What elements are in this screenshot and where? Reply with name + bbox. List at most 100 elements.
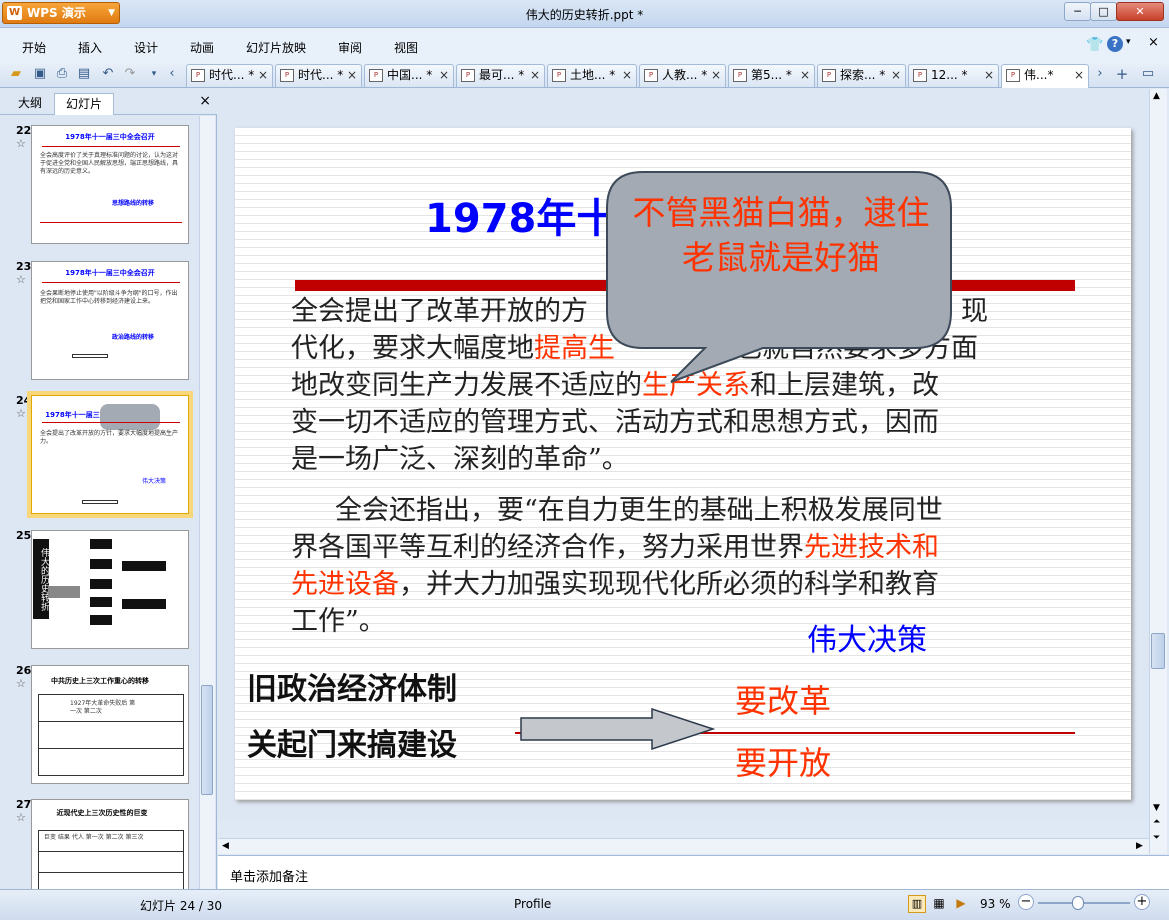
editor-vertical-scrollbar[interactable]: ▲ ▼ ⏶ ⏷ [1149, 89, 1167, 854]
scroll-left-icon[interactable]: ◀ [222, 841, 229, 851]
close-icon[interactable]: × [1074, 65, 1084, 86]
slide-sorter-icon[interactable]: ▦ [930, 895, 948, 913]
slide-thumbnail[interactable]: 1978年十一届三中全会召开 全会果断地停止使用"以阶级斗争为纲"的口号，作出把… [31, 261, 189, 380]
help-icon[interactable]: ? [1107, 36, 1123, 52]
doc-tab[interactable]: P 时代... * × [186, 64, 273, 87]
zoom-out-icon[interactable]: − [1018, 894, 1034, 910]
para1-line1b[interactable]: 现 [961, 294, 988, 330]
zoom-slider-track[interactable] [1038, 902, 1130, 904]
new-tab-icon[interactable]: + [1114, 66, 1130, 82]
callout-text[interactable]: 不管黑猫白猫，逮住老鼠就是好猫 [623, 190, 939, 280]
menu-review[interactable]: 审阅 [338, 39, 362, 56]
doc-tab-active[interactable]: P 伟...* × [1001, 64, 1089, 88]
editor-horizontal-scrollbar[interactable]: ◀ ▶ [218, 838, 1149, 854]
slideshow-icon[interactable]: ▶ [952, 895, 970, 913]
para1-line1a[interactable]: 全会提出了改革开放的方 [291, 294, 588, 330]
reform-label[interactable]: 要改革 [735, 676, 831, 722]
slide-thumbnail[interactable]: 中共历史上三次工作重心的转移 1927年大革命失败后 第一次 第二次 [31, 665, 189, 784]
doc-tab[interactable]: P 12... * × [908, 64, 999, 87]
scroll-up-icon[interactable]: ▲ [1153, 91, 1160, 101]
shirt-icon[interactable]: 👕 [1086, 37, 1103, 53]
notes-pane[interactable]: 单击添加备注 [218, 855, 1169, 889]
tab-scroll-left-icon[interactable]: ‹ [164, 66, 180, 82]
para2-line2[interactable]: 界各国平等互利的经济合作，努力采用世界先进技术和 [291, 530, 939, 566]
para1-line2[interactable]: 代化，要求大幅度地提高生 [291, 331, 615, 367]
slide-thumbnail[interactable]: 近现代史上三次历史性的巨变 巨变 结果 代人 第一次 第二次 第三次 [31, 799, 189, 889]
slide-canvas[interactable]: 1978年十 全会提出了改革开放的方 现 代化，要求大幅度地提高生 也就自然要求… [235, 128, 1131, 800]
undo-icon[interactable]: ↶ [100, 66, 116, 82]
para2-line4[interactable]: 工作”。 [291, 604, 386, 640]
open-label[interactable]: 要开放 [735, 738, 831, 784]
close-icon[interactable]: × [711, 65, 721, 86]
tab-slides[interactable]: 幻灯片 [54, 93, 114, 115]
print-preview-icon[interactable]: ▤ [76, 66, 92, 82]
tab-list-icon[interactable]: ▭ [1140, 66, 1156, 82]
closed-door-label[interactable]: 关起门来搞建设 [247, 720, 457, 764]
minimize-button[interactable]: ─ [1064, 2, 1091, 21]
close-icon[interactable]: × [199, 93, 211, 109]
ppt-file-icon: P [191, 69, 205, 82]
close-icon[interactable]: × [1148, 35, 1159, 50]
editor-scroll-thumb[interactable] [1151, 633, 1165, 669]
doc-tab-label: 中国... * [387, 68, 433, 82]
maximize-button[interactable]: □ [1090, 2, 1117, 21]
close-icon[interactable]: × [439, 65, 449, 86]
slide-thumbnail[interactable]: 伟大的历史转折 [31, 530, 189, 649]
menu-insert[interactable]: 插入 [78, 39, 102, 56]
close-icon[interactable]: × [891, 65, 901, 86]
scroll-down-icon[interactable]: ▼ [1153, 803, 1160, 813]
close-icon[interactable]: × [258, 65, 268, 86]
slide-title[interactable]: 1978年十 [425, 186, 616, 244]
scroll-right-icon[interactable]: ▶ [1136, 841, 1143, 851]
chevron-down-icon[interactable]: ▾ [1126, 37, 1131, 47]
prev-slide-icon[interactable]: ⏶ [1153, 817, 1160, 827]
thumb-title: 中共历史上三次工作重心的转移 [51, 677, 149, 685]
close-icon[interactable]: × [622, 65, 632, 86]
slide-number: 26 [16, 664, 32, 677]
ppt-file-icon: P [1006, 69, 1020, 82]
para1-line5[interactable]: 是一场广泛、深刻的革命”。 [291, 442, 629, 478]
doc-tab[interactable]: P 人教... * × [639, 64, 726, 87]
great-decision-label[interactable]: 伟大决策 [807, 615, 927, 659]
animation-star-icon: ☆ [16, 677, 26, 690]
menu-animation[interactable]: 动画 [190, 39, 214, 56]
menu-view[interactable]: 视图 [394, 39, 418, 56]
close-icon[interactable]: × [530, 65, 540, 86]
doc-tab-label: 土地... * [570, 68, 616, 82]
doc-tab[interactable]: P 探索... * × [817, 64, 906, 87]
slide-thumbnail-selected[interactable]: 1978年十一届三中全会召开 全会提出了改革开放的方针，要求大幅度地提高生产力。… [27, 391, 193, 518]
close-icon[interactable]: × [800, 65, 810, 86]
redo-icon[interactable]: ↷ [122, 66, 138, 82]
close-button[interactable]: ✕ [1116, 2, 1164, 21]
arrow-right-shape[interactable] [520, 708, 715, 750]
doc-tab[interactable]: P 土地... * × [547, 64, 637, 87]
notes-placeholder[interactable]: 单击添加备注 [230, 866, 308, 885]
save-icon[interactable]: ▣ [32, 66, 48, 82]
doc-tab[interactable]: P 最可... * × [456, 64, 545, 87]
menu-start[interactable]: 开始 [22, 39, 46, 56]
para1-line4[interactable]: 变一切不适应的管理方式、活动方式和思想方式，因而 [291, 405, 939, 441]
normal-view-icon[interactable]: ▥ [908, 895, 926, 913]
tab-outline[interactable]: 大纲 [8, 93, 52, 115]
zoom-in-icon[interactable]: + [1134, 894, 1150, 910]
zoom-slider-handle[interactable] [1072, 896, 1084, 910]
next-slide-icon[interactable]: ⏷ [1153, 833, 1160, 843]
menu-design[interactable]: 设计 [134, 39, 158, 56]
slide-thumbnail[interactable]: 1978年十一届三中全会召开 全会高度评价了关于真理标准问题的讨论，认为这对于促… [31, 125, 189, 244]
highlight-tech: 先进技术和 [804, 532, 939, 563]
old-system-label[interactable]: 旧政治经济体制 [247, 664, 457, 708]
para2-line1[interactable]: 全会还指出，要“在自力更生的基础上积极发展同世 [335, 493, 943, 529]
open-folder-icon[interactable]: ▰ [8, 66, 24, 82]
thumbnail-list[interactable]: 22 ☆ 1978年十一届三中全会召开 全会高度评价了关于真理标准问题的讨论，认… [0, 116, 199, 889]
doc-tab[interactable]: P 第5... * × [728, 64, 815, 87]
para2-line3[interactable]: 先进设备，并大力加强实现现代化所必须的科学和教育 [291, 567, 939, 603]
close-icon[interactable]: × [984, 65, 994, 86]
menu-slideshow[interactable]: 幻灯片放映 [246, 39, 306, 56]
print-icon[interactable]: ⎙ [54, 66, 70, 82]
doc-tab[interactable]: P 中国... * × [364, 64, 454, 87]
tab-scroll-right-icon[interactable]: › [1092, 66, 1108, 82]
quick-access-dropdown-icon[interactable]: ▾ [146, 66, 162, 82]
close-icon[interactable]: × [347, 65, 357, 86]
doc-tab[interactable]: P 时代... * × [275, 64, 362, 87]
panel-scroll-thumb[interactable] [201, 685, 213, 795]
